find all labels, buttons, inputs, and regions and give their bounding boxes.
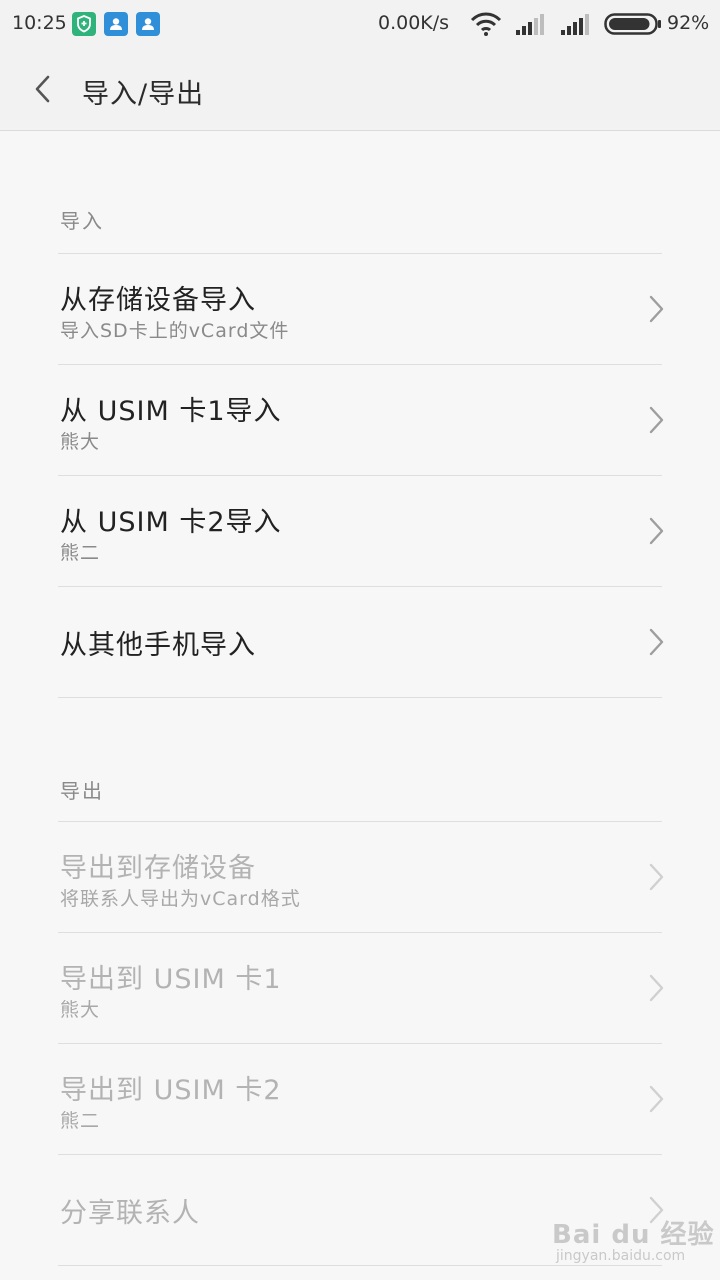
shield-notification-icon bbox=[72, 12, 96, 36]
import-from-usim1-item[interactable]: 从 USIM 卡1导入 熊大 bbox=[0, 365, 720, 475]
item-subtitle: 熊二 bbox=[60, 542, 101, 564]
page-title: 导入/导出 bbox=[82, 79, 205, 110]
watermark-url: jingyan.baidu.com bbox=[556, 1248, 686, 1264]
chevron-right-icon bbox=[649, 628, 664, 656]
item-subtitle: 熊大 bbox=[60, 431, 101, 453]
back-button[interactable] bbox=[24, 68, 64, 110]
network-speed: 0.00K/s bbox=[378, 12, 450, 34]
item-subtitle: 熊大 bbox=[60, 999, 101, 1021]
item-subtitle: 熊二 bbox=[60, 1110, 101, 1132]
chevron-right-icon bbox=[649, 517, 664, 545]
section-header-export: 导出 bbox=[60, 779, 104, 803]
chevron-right-icon bbox=[649, 1085, 664, 1113]
contacts-notification-icon bbox=[136, 12, 160, 36]
item-title: 从存储设备导入 bbox=[60, 285, 256, 316]
chevron-right-icon bbox=[649, 863, 664, 891]
battery-percent: 92% bbox=[667, 12, 710, 34]
item-title: 从 USIM 卡2导入 bbox=[60, 507, 282, 538]
battery-icon bbox=[604, 13, 662, 39]
import-from-storage-item[interactable]: 从存储设备导入 导入SD卡上的vCard文件 bbox=[0, 254, 720, 364]
item-subtitle: 导入SD卡上的vCard文件 bbox=[60, 320, 290, 342]
item-title: 导出到 USIM 卡2 bbox=[60, 1075, 282, 1106]
signal-icon bbox=[515, 12, 549, 40]
signal-icon bbox=[560, 12, 594, 40]
status-time: 10:25 bbox=[12, 12, 67, 34]
item-title: 导出到存储设备 bbox=[60, 853, 256, 884]
action-bar: 导入/导出 bbox=[0, 48, 720, 131]
item-title: 从 USIM 卡1导入 bbox=[60, 396, 282, 427]
item-title: 从其他手机导入 bbox=[60, 630, 256, 661]
divider bbox=[58, 1265, 662, 1266]
chevron-right-icon bbox=[649, 974, 664, 1002]
import-from-other-phone-item[interactable]: 从其他手机导入 bbox=[0, 587, 720, 697]
import-from-usim2-item[interactable]: 从 USIM 卡2导入 熊二 bbox=[0, 476, 720, 586]
item-title: 导出到 USIM 卡1 bbox=[60, 964, 282, 995]
divider bbox=[58, 697, 662, 698]
chevron-right-icon bbox=[649, 406, 664, 434]
export-to-usim2-item[interactable]: 导出到 USIM 卡2 熊二 bbox=[0, 1044, 720, 1154]
wifi-icon bbox=[470, 12, 502, 40]
contacts-notification-icon bbox=[104, 12, 128, 36]
item-subtitle: 将联系人导出为vCard格式 bbox=[60, 888, 301, 910]
status-bar: 10:25 0.00K/s 92% bbox=[0, 0, 720, 48]
chevron-right-icon bbox=[649, 295, 664, 323]
baidu-jingyan-watermark: Bai du 经验 bbox=[552, 1220, 715, 1250]
section-header-import: 导入 bbox=[60, 209, 104, 233]
export-to-usim1-item[interactable]: 导出到 USIM 卡1 熊大 bbox=[0, 933, 720, 1043]
item-title: 分享联系人 bbox=[60, 1198, 200, 1229]
chevron-left-icon bbox=[35, 75, 50, 103]
export-to-storage-item[interactable]: 导出到存储设备 将联系人导出为vCard格式 bbox=[0, 822, 720, 932]
